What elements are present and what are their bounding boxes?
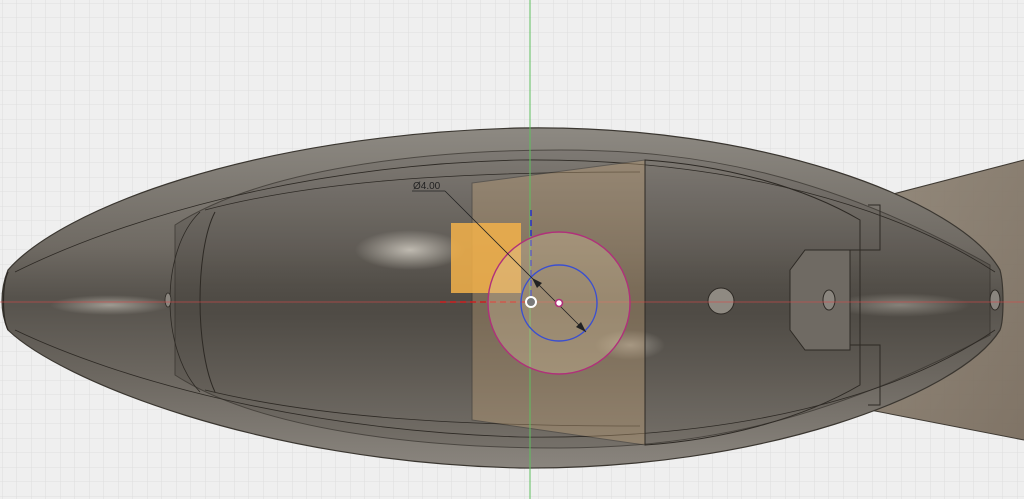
- dimension-label[interactable]: Ø4.00: [413, 181, 441, 192]
- cad-viewport[interactable]: Ø4.00: [0, 0, 1024, 499]
- nose-hole: [164, 292, 172, 308]
- tail-hole: [822, 289, 836, 311]
- nose-tip-hole: [989, 289, 1001, 311]
- origin-point[interactable]: [525, 296, 537, 308]
- center-point[interactable]: [554, 298, 564, 308]
- bracket-hole: [707, 287, 735, 315]
